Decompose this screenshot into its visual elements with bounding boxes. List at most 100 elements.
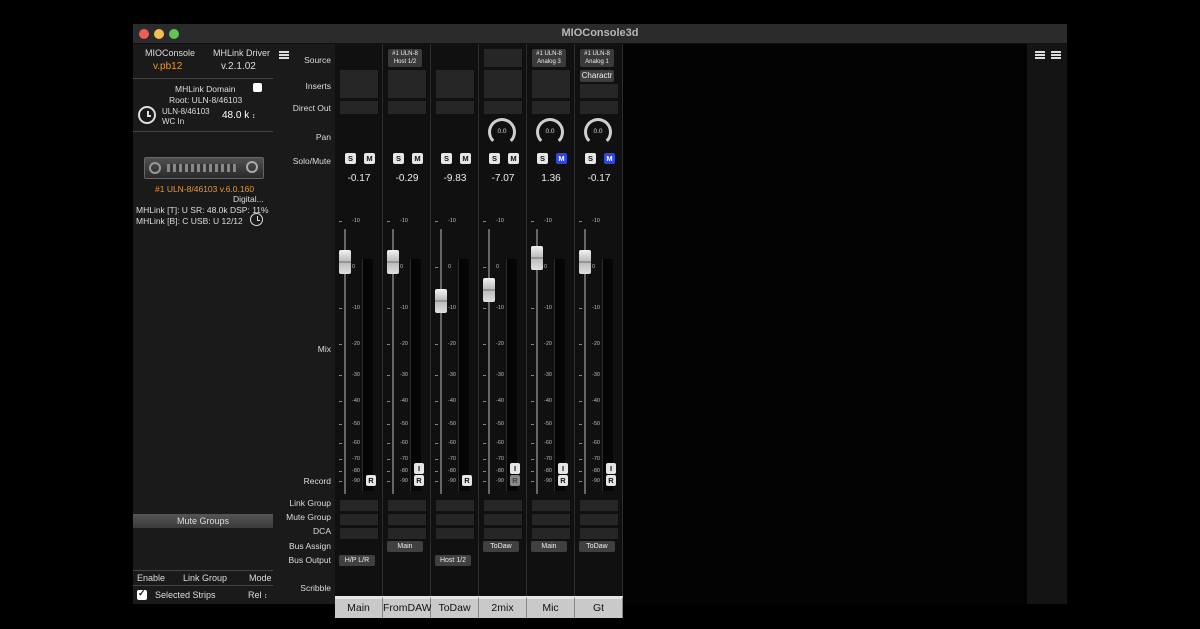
dca-slot[interactable] — [436, 528, 474, 539]
mute-button[interactable]: M — [508, 153, 519, 164]
scale-tick-label: -90 — [448, 478, 456, 484]
direct-out-slot[interactable] — [532, 101, 570, 114]
console-version: v.pb12 — [153, 61, 183, 72]
mode-select[interactable]: Rel ↕ — [248, 590, 268, 600]
bus-output-button[interactable]: Host 1/2 — [435, 555, 471, 566]
mute-group-slot[interactable] — [388, 514, 426, 525]
insert-slot[interactable] — [532, 70, 570, 98]
level-meter — [362, 259, 373, 491]
source-button[interactable]: #1 ULN-8 Analog 1 — [580, 49, 614, 67]
input-monitor-button[interactable]: I — [558, 463, 568, 474]
bus-assign-button[interactable]: ToDaw — [483, 541, 519, 552]
dca-slot[interactable] — [484, 528, 522, 539]
scribble-strip[interactable]: Gt — [575, 596, 623, 618]
pan-knob[interactable]: 0.0 — [584, 118, 612, 146]
scale-tick-label: -10 — [496, 305, 504, 311]
solo-button[interactable]: S — [537, 153, 548, 164]
bus-assign-button[interactable]: Main — [387, 541, 423, 552]
menu-icon[interactable] — [279, 51, 289, 59]
insert-button[interactable]: Charactr — [580, 70, 614, 82]
bus-assign-button[interactable]: ToDaw — [579, 541, 615, 552]
pan-knob[interactable]: 0.0 — [488, 118, 516, 146]
link-group-slot[interactable] — [436, 500, 474, 511]
insert-slot[interactable] — [388, 70, 426, 98]
fader-thumb[interactable] — [435, 289, 447, 314]
domain-checkbox[interactable] — [253, 83, 262, 92]
direct-out-slot[interactable] — [484, 101, 522, 114]
fader-thumb[interactable] — [579, 249, 591, 274]
driver-label: MHLink Driver — [213, 48, 271, 58]
source-slot[interactable] — [484, 49, 522, 67]
source-button[interactable]: #1 ULN-8 Host 1/2 — [388, 49, 422, 67]
scribble-strip[interactable]: Main — [335, 596, 383, 618]
solo-button[interactable]: S — [585, 153, 596, 164]
sample-rate-select[interactable]: 48.0 k ↕ — [222, 110, 256, 121]
scribble-strip[interactable]: Mic — [527, 596, 575, 618]
gain-readout: -9.83 — [443, 173, 467, 184]
mute-group-slot[interactable] — [532, 514, 570, 525]
scribble-strip[interactable]: 2mix — [479, 596, 527, 618]
device-image — [144, 157, 264, 179]
left-panel: MIOConsole v.pb12 MHLink Driver v.2.1.02… — [133, 44, 273, 604]
record-button[interactable]: R — [414, 475, 424, 486]
insert-slot[interactable] — [436, 70, 474, 98]
input-monitor-button[interactable]: I — [606, 463, 616, 474]
pan-value: 0.0 — [545, 128, 555, 135]
input-monitor-button[interactable]: I — [510, 463, 520, 474]
direct-out-slot[interactable] — [580, 101, 618, 114]
direct-out-slot[interactable] — [340, 101, 378, 114]
scale-tick-label: 0 — [592, 264, 596, 270]
link-group-slot[interactable] — [580, 500, 618, 511]
mute-button[interactable]: M — [556, 153, 567, 164]
selected-strips-checkbox[interactable]: ✓ — [137, 588, 147, 600]
scribble-strip[interactable]: ToDaw — [431, 596, 479, 618]
input-monitor-button[interactable]: I — [414, 463, 424, 474]
fader-thumb[interactable] — [387, 250, 399, 275]
direct-out-slot[interactable] — [436, 101, 474, 114]
pan-knob[interactable]: 0.0 — [536, 118, 564, 146]
link-group-slot[interactable] — [532, 500, 570, 511]
insert-slot[interactable] — [484, 70, 522, 98]
mute-group-slot[interactable] — [340, 514, 378, 525]
record-button[interactable]: R — [606, 475, 616, 486]
scale-tick-label: -90 — [496, 478, 504, 484]
root-label: Root: ULN-8/46103 — [169, 95, 243, 105]
direct-out-slot[interactable] — [388, 101, 426, 114]
link-group-slot[interactable] — [388, 500, 426, 511]
scribble-strip[interactable]: FromDAW — [383, 596, 432, 618]
link-group-slot[interactable] — [484, 500, 522, 511]
solo-button[interactable]: S — [441, 153, 452, 164]
fader-thumb[interactable] — [531, 245, 543, 270]
record-button[interactable]: R — [462, 475, 472, 486]
mute-button[interactable]: M — [604, 153, 615, 164]
mute-group-slot[interactable] — [436, 514, 474, 525]
solo-button[interactable]: S — [393, 153, 404, 164]
clock-icon[interactable] — [138, 106, 156, 124]
scale-tick-label: -40 — [544, 398, 552, 404]
bus-output-button[interactable]: H/P L/R — [339, 555, 375, 566]
mute-button[interactable]: M — [412, 153, 423, 164]
solo-button[interactable]: S — [489, 153, 500, 164]
dca-slot[interactable] — [580, 528, 618, 539]
record-button[interactable]: R — [510, 475, 520, 486]
solo-button[interactable]: S — [345, 153, 356, 164]
mute-button[interactable]: M — [460, 153, 471, 164]
fader-thumb[interactable] — [483, 277, 495, 302]
menu-icon[interactable] — [1051, 51, 1061, 59]
menu-icon[interactable] — [1035, 51, 1045, 59]
bus-assign-button[interactable]: Main — [531, 541, 567, 552]
dca-slot[interactable] — [340, 528, 378, 539]
clock-icon[interactable] — [250, 213, 263, 226]
record-button[interactable]: R — [558, 475, 568, 486]
insert-slot[interactable] — [340, 70, 378, 98]
fader-thumb[interactable] — [339, 249, 351, 274]
source-button[interactable]: #1 ULN-8 Analog 3 — [532, 49, 566, 67]
dca-slot[interactable] — [532, 528, 570, 539]
insert-slot[interactable] — [580, 84, 618, 98]
link-group-slot[interactable] — [340, 500, 378, 511]
dca-slot[interactable] — [388, 528, 426, 539]
mute-group-slot[interactable] — [580, 514, 618, 525]
mute-button[interactable]: M — [364, 153, 375, 164]
record-button[interactable]: R — [366, 475, 376, 486]
mute-group-slot[interactable] — [484, 514, 522, 525]
